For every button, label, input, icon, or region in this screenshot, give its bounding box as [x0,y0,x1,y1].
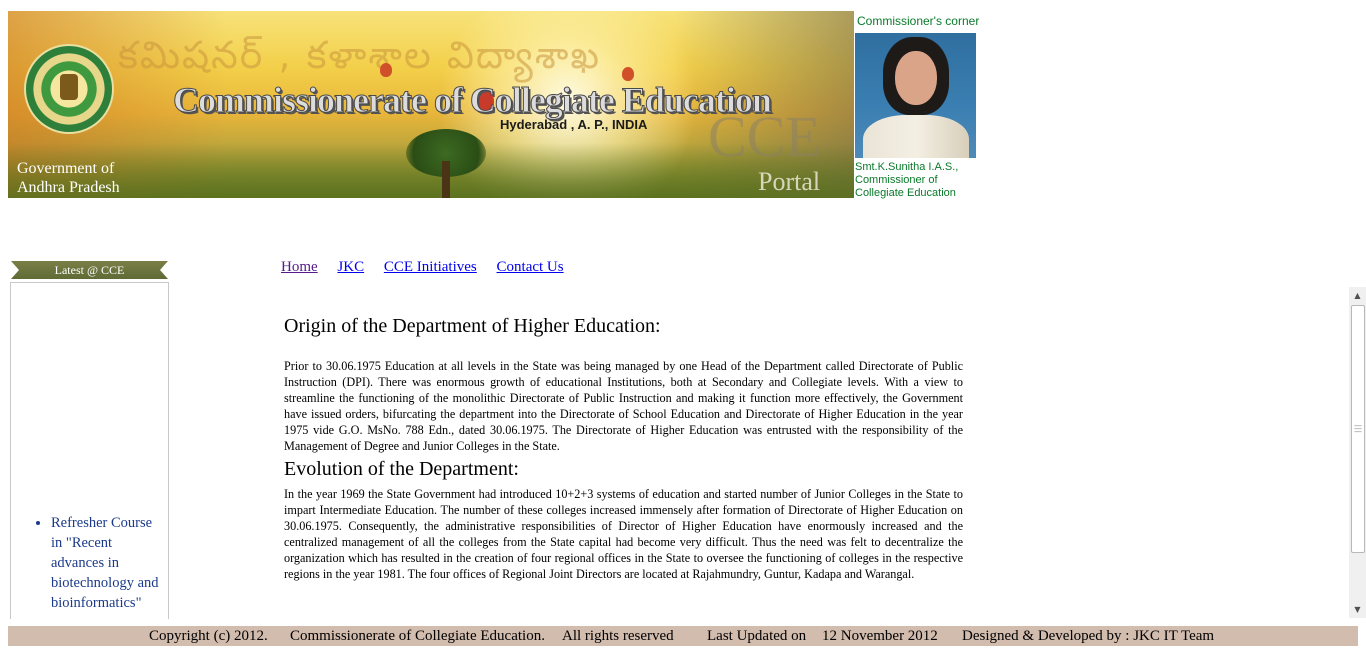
origin-paragraph: Prior to 30.06.1975 Education at all lev… [284,359,963,453]
banner-location: Hyderabad , A. P., INDIA [500,117,648,132]
origin-heading: Origin of the Department of Higher Educa… [284,315,661,337]
news-item-line[interactable]: bioinformatics" [51,595,141,611]
commissioner-role-1: Commissioner of [855,174,938,186]
banner-title: Commissionerate of Collegiate Education [173,80,773,121]
news-item-line[interactable]: biotechnology and [51,575,159,591]
footer-updated-label: Last Updated on [707,628,807,644]
latest-news-box[interactable]: Refresher Course in "Recent advances in … [10,282,169,619]
commissioner-caption: Smt.K.Sunitha I.A.S., Commissioner of Co… [855,161,958,200]
nav-contact-link[interactable]: Contact Us [497,259,564,275]
ap-emblem-icon [24,44,114,134]
balloon-icon [380,63,392,77]
banner-government: Government of Andhra Pradesh [17,159,120,197]
commissioner-photo [855,33,976,158]
nav-home-link[interactable]: Home [281,259,318,275]
tree-trunk [442,161,450,198]
nav-jkc-link[interactable]: JKC [337,259,364,275]
evolution-heading: Evolution of the Department: [284,458,519,480]
footer-copyright: Copyright (c) 2012. [149,628,268,644]
news-item-line[interactable]: Refresher Course [51,515,152,531]
scroll-down-arrow-icon[interactable]: ▼ [1349,601,1366,618]
gov-line2: Andhra Pradesh [17,179,120,196]
footer-updated-date: 12 November 2012 [822,628,938,644]
nav-cce-initiatives-link[interactable]: CCE Initiatives [384,259,477,275]
commissioner-name: Smt.K.Sunitha I.A.S., [855,161,959,173]
evolution-paragraph: In the year 1969 the State Government ha… [284,487,963,581]
news-item-line[interactable]: advances in [51,555,119,571]
footer-designed-by: Designed & Developed by : JKC IT Team [962,628,1215,644]
header-banner: కమిషనర్ , కళాశాల విద్యాశాఖ Commissionera… [8,11,854,198]
main-nav: Home JKC CCE Initiatives Contact Us [281,259,580,276]
scroll-grip-icon: — — — [1354,421,1362,436]
news-item-line[interactable]: in "Recent [51,535,112,551]
commissioner-role-2: Collegiate Education [855,187,956,199]
scroll-thumb[interactable]: — — — [1351,305,1365,553]
banner-portal: Portal [758,167,821,196]
footer-rights: All rights reserved [562,628,674,644]
commissioner-heading: Commissioner's corner [857,14,980,28]
footer: Copyright (c) 2012. Commissionerate of C… [8,626,1358,646]
latest-news-list: Refresher Course in "Recent advances in … [11,513,167,613]
footer-org: Commissionerate of Collegiate Education. [290,628,545,644]
news-item[interactable]: Refresher Course in "Recent advances in … [51,513,167,613]
banner-cce-watermark: CCE [708,104,821,169]
latest-heading: Latest @ CCE [11,261,168,279]
gov-line1: Government of [17,160,115,177]
content-scrollbar[interactable]: ▲ — — — ▼ [1349,287,1366,618]
scroll-up-arrow-icon[interactable]: ▲ [1349,287,1366,304]
